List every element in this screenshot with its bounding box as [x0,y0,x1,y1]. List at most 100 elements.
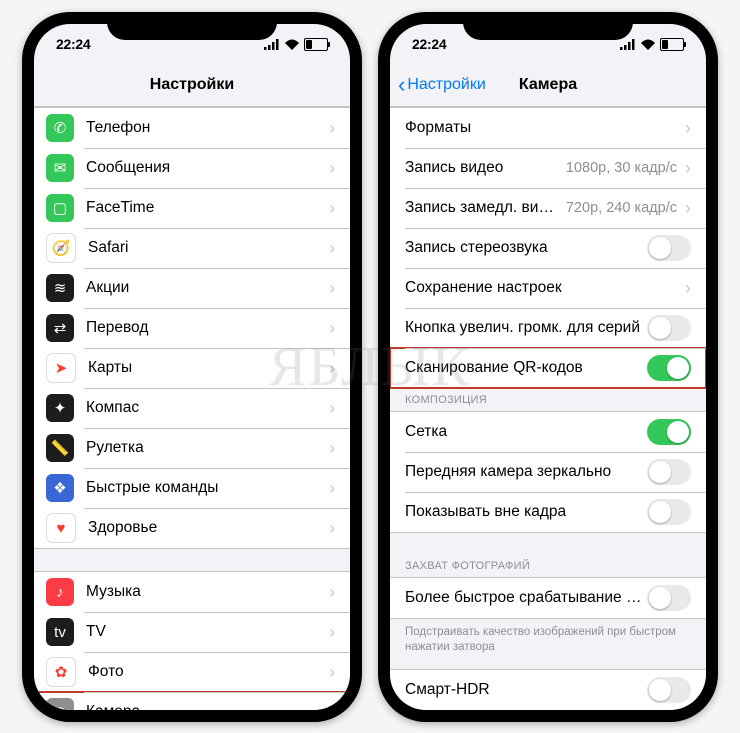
settings-row-здоровье[interactable]: ♥Здоровье› [34,508,350,548]
рулетка-icon: 📏 [46,434,74,462]
chevron-right-icon: › [329,359,335,377]
wifi-icon [284,39,300,50]
tv-icon: tv [46,618,74,646]
status-icons [264,38,328,51]
settings-row-tv[interactable]: tvTV› [34,612,350,652]
row-label: TV [86,623,321,641]
settings-row-перевод[interactable]: ⇄Перевод› [34,308,350,348]
setting-row-запись-видео[interactable]: Запись видео1080p, 30 кадр/с› [390,148,706,188]
row-label: Компас [86,399,321,417]
screen-right: 22:24 ‹ Настройки Камера Форматы › Запись … [390,24,706,710]
toggle-switch[interactable] [647,355,691,381]
setting-row-кнопка-увелич-громк-для-серий[interactable]: Кнопка увелич. громк. для серий [390,308,706,348]
toggle-knob [649,587,671,609]
setting-row-передняя-камера-зеркально[interactable]: Передняя камера зеркально [390,452,706,492]
toggle-switch[interactable] [647,499,691,525]
capture-footer: Подстраивать качество изображений при бы… [390,619,706,659]
row-label: Запись видео [405,159,560,177]
row-label: Карты [88,359,321,377]
toggle-switch[interactable] [647,315,691,341]
row-label: Передняя камера зеркально [405,463,647,481]
settings-row-компас[interactable]: ✦ Компас › [34,388,350,428]
row-label: Показывать вне кадра [405,503,647,521]
settings-row-карты[interactable]: ➤ Карты › [34,348,350,388]
компас-icon: ✦ [46,394,74,422]
chevron-right-icon: › [329,159,335,177]
settings-row-фото[interactable]: ✿Фото› [34,652,350,692]
status-time: 22:24 [412,36,446,52]
row-label: Рулетка [86,439,321,457]
row-label: Форматы [405,119,677,137]
row-detail: 720p, 240 кадр/с [566,200,677,216]
toggle-switch[interactable] [647,235,691,261]
screen-left: 22:24 Настройки ✆Телефон›✉Сообщения›▢Fac… [34,24,350,710]
toggle-switch[interactable] [647,677,691,703]
toggle-switch[interactable] [647,459,691,485]
toggle-knob [667,421,689,443]
phone-left: 22:24 Настройки ✆Телефон›✉Сообщения›▢Fac… [22,12,362,722]
settings-row-рулетка[interactable]: 📏 Рулетка › [34,428,350,468]
setting-row-показывать-вне-кадра[interactable]: Показывать вне кадра [390,492,706,532]
settings-list[interactable]: ✆Телефон›✉Сообщения›▢FaceTime›🧭Safari›≋А… [34,107,350,710]
карты-icon: ➤ [46,353,76,383]
row-label: Смарт-HDR [405,681,647,699]
chevron-right-icon: › [329,279,335,297]
back-button[interactable]: ‹ Настройки [398,74,486,96]
row-label: Музыка [86,583,321,601]
setting-row-сохранение-настроек[interactable]: Сохранение настроек› [390,268,706,308]
быстрые-команды-icon: ❖ [46,474,74,502]
wifi-icon [640,39,656,50]
nav-title-left: Настройки [150,76,234,94]
camera-settings[interactable]: Форматы › Запись видео 1080p, 30 кадр/с › Зап… [390,107,706,710]
chevron-right-icon: › [329,199,335,217]
chevron-right-icon: › [329,239,335,257]
row-detail: 1080p, 30 кадр/с [566,160,677,176]
сообщения-icon: ✉ [46,154,74,182]
toggle-knob [649,679,671,701]
chevron-right-icon: › [329,439,335,457]
toggle-switch[interactable] [647,585,691,611]
settings-row-музыка[interactable]: ♪Музыка› [34,572,350,612]
toggle-switch[interactable] [647,419,691,445]
nav-bar-right: ‹ Настройки Камера [390,64,706,107]
toggle-knob [649,461,671,483]
row-label: Телефон [86,119,321,137]
status-icons [620,38,684,51]
battery-icon [304,38,328,51]
capture-header: ЗАХВАТ ФОТОГРАФИЙ [390,555,706,577]
chevron-right-icon: › [329,319,335,337]
chevron-right-icon: › [685,119,691,137]
setting-row-более-быстрое-срабатывание-затвора[interactable]: Более быстрое срабатывание затвора [390,578,706,618]
фото-icon: ✿ [46,657,76,687]
phone-right: 22:24 ‹ Настройки Камера Форматы › Запись … [378,12,718,722]
notch [463,12,633,40]
row-label: Более быстрое срабатывание затвора [405,589,647,607]
settings-row-быстрые-команды[interactable]: ❖Быстрые команды› [34,468,350,508]
facetime-icon: ▢ [46,194,74,222]
setting-row-запись-стереозвука[interactable]: Запись стереозвука [390,228,706,268]
toggle-knob [649,501,671,523]
chevron-right-icon: › [685,199,691,217]
settings-row-акции[interactable]: ≋Акции› [34,268,350,308]
chevron-left-icon: ‹ [398,74,405,96]
chevron-right-icon: › [329,663,335,681]
settings-row-safari[interactable]: 🧭Safari› [34,228,350,268]
row-label: Быстрые команды [86,479,321,497]
setting-row-запись-замедл-видео[interactable]: Запись замедл. видео720p, 240 кадр/с› [390,188,706,228]
row-label: Запись стереозвука [405,239,647,257]
setting-row-смарт-hdr[interactable]: Смарт-HDR [390,670,706,710]
composition-header: КОМПОЗИЦИЯ [390,389,706,411]
камера-icon: ◉ [46,698,74,710]
row-label: Перевод [86,319,321,337]
toggle-knob [649,317,671,339]
settings-row-facetime[interactable]: ▢FaceTime› [34,188,350,228]
settings-row-камера[interactable]: ◉Камера› [34,692,350,710]
setting-row-сканирование-qr-кодов[interactable]: Сканирование QR-кодов [390,348,706,388]
setting-row-сетка[interactable]: Сетка [390,412,706,452]
settings-row-телефон[interactable]: ✆Телефон› [34,108,350,148]
chevron-right-icon: › [329,399,335,417]
chevron-right-icon: › [329,519,335,537]
chevron-right-icon: › [685,279,691,297]
settings-row-сообщения[interactable]: ✉Сообщения› [34,148,350,188]
setting-row-форматы[interactable]: Форматы › [390,108,706,148]
